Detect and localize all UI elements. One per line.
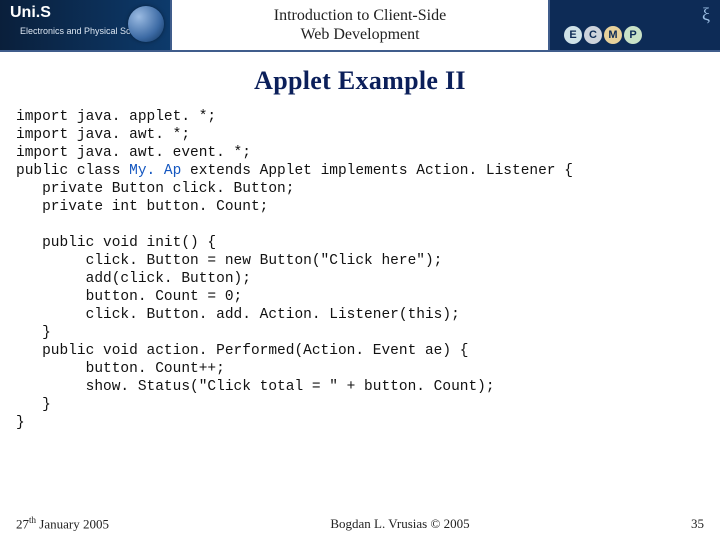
code-line: click. Button. add. Action. Listener(thi… [16,307,460,323]
code-line: click. Button = new Button("Click here")… [16,253,442,269]
code-line: button. Count++; [16,361,225,377]
code-line: public class [16,163,129,179]
university-logo: Uni.S Electronics and Physical Sciences [0,0,170,50]
code-line: } [16,397,51,413]
code-line: show. Status("Click total = " + button. … [16,379,495,395]
footer-page: 35 [691,516,704,532]
class-name: My. Ap [129,163,181,179]
date-rest: January 2005 [36,516,109,531]
course-line-1: Introduction to Client-Side [172,6,548,25]
date-day: 27 [16,516,29,531]
badge-p: P [624,26,642,44]
code-line: import java. applet. *; [16,109,216,125]
code-line: public void init() { [16,235,216,251]
badge-m: M [604,26,622,44]
slide-title: Applet Example II [0,66,720,96]
footer-author: Bogdan L. Vrusias © 2005 [330,516,469,532]
badge-e: E [564,26,582,44]
code-line: private Button click. Button; [16,181,294,197]
globe-icon [128,6,164,42]
university-name: Uni.S [10,4,51,22]
code-line: } [16,325,51,341]
code-line: extends Applet implements Action. Listen… [181,163,573,179]
code-line: import java. awt. *; [16,127,190,143]
code-line: public void action. Performed(Action. Ev… [16,343,468,359]
code-line: private int button. Count; [16,199,268,215]
course-line-2: Web Development [172,25,548,44]
slide-header: Uni.S Electronics and Physical Sciences … [0,0,720,52]
slide-footer: 27th January 2005 Bogdan L. Vrusias © 20… [0,515,720,532]
date-ordinal: th [29,515,36,525]
letter-badges: E C M P [564,26,642,44]
code-line: button. Count = 0; [16,289,242,305]
partner-logo: ξ E C M P [550,0,720,50]
code-line: add(click. Button); [16,271,251,287]
course-title: Introduction to Client-Side Web Developm… [170,0,550,50]
code-block: import java. applet. *; import java. awt… [0,108,720,432]
footer-date: 27th January 2005 [16,515,109,532]
code-line: } [16,415,25,431]
helix-icon: ξ [702,4,710,25]
code-line: import java. awt. event. *; [16,145,251,161]
badge-c: C [584,26,602,44]
